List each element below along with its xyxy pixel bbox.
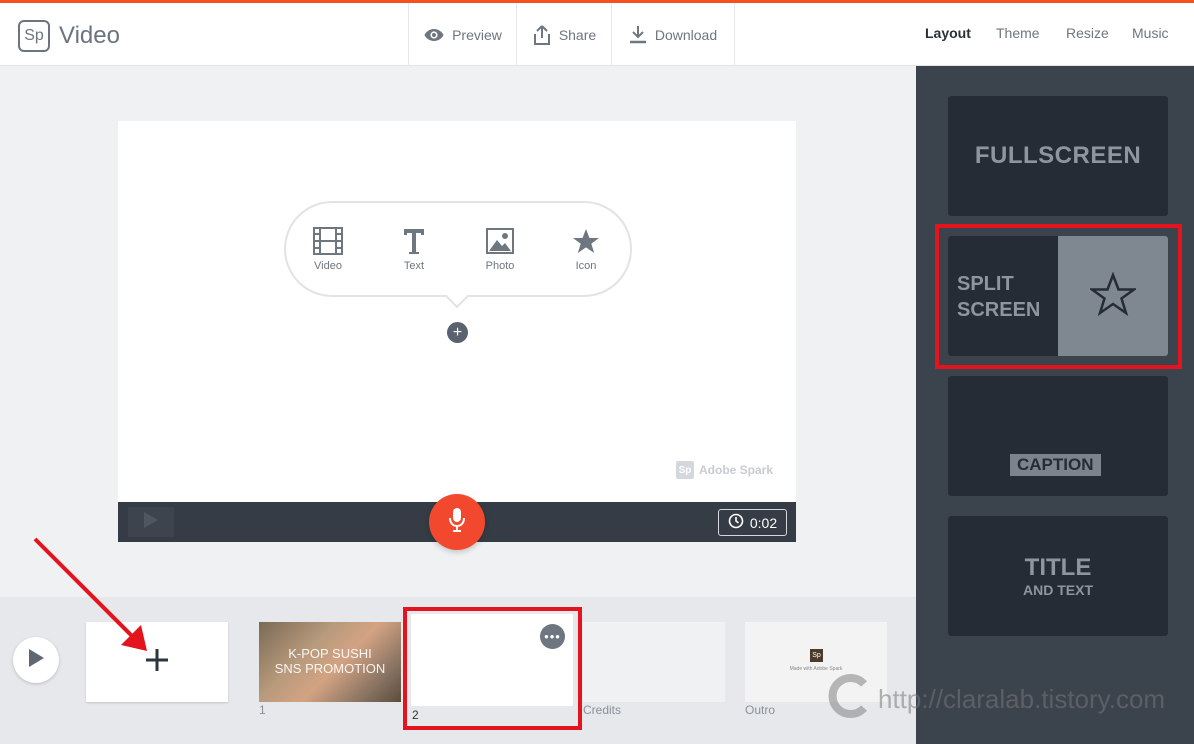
add-text-option[interactable]: Text	[384, 226, 444, 272]
outro-label: Outro	[745, 703, 776, 717]
app-header: Sp Video Preview Share Download Layout T…	[0, 3, 1194, 66]
text-icon	[384, 226, 444, 256]
fullscreen-label: FULLSCREEN	[974, 142, 1142, 169]
video-option-label: Video	[314, 260, 342, 272]
title-label: TITLE	[1024, 554, 1092, 581]
photo-icon	[470, 226, 530, 256]
microphone-icon	[448, 507, 466, 538]
app-title: Video	[59, 22, 120, 49]
layout-fullscreen[interactable]: FULLSCREEN	[948, 96, 1168, 216]
tab-layout[interactable]: Layout	[925, 25, 971, 41]
add-photo-option[interactable]: Photo	[470, 226, 530, 272]
add-content-button[interactable]: +	[447, 322, 468, 343]
plus-icon	[145, 648, 169, 677]
highlight-slide-2	[403, 607, 582, 730]
slide-canvas[interactable]	[118, 121, 796, 502]
star-icon	[556, 226, 616, 256]
copyright-c-icon	[826, 672, 874, 727]
slide-thumbnail-1[interactable]: K-POP SUSHI SNS PROMOTION	[259, 622, 401, 702]
share-label: Share	[558, 26, 597, 43]
blog-watermark: http://claralab.tistory.com	[826, 672, 1165, 727]
preview-button[interactable]: Preview	[408, 3, 517, 66]
and-text-label: AND TEXT	[1023, 582, 1093, 598]
blog-watermark-text: http://claralab.tistory.com	[878, 684, 1166, 714]
tab-theme[interactable]: Theme	[996, 25, 1040, 41]
highlight-split-screen	[935, 224, 1182, 369]
share-icon	[533, 24, 551, 45]
tab-resize[interactable]: Resize	[1066, 25, 1109, 41]
caption-label: CAPTION	[1010, 454, 1101, 476]
spark-watermark-logo: Sp	[676, 461, 694, 479]
download-label: Download	[654, 26, 718, 43]
layout-title-and-text[interactable]: TITLE AND TEXT	[948, 516, 1168, 636]
play-video-button[interactable]	[13, 637, 59, 683]
layout-caption[interactable]: CAPTION	[948, 376, 1168, 496]
adobe-spark-watermark: Sp Adobe Spark	[676, 461, 773, 479]
slide-1-label: 1	[259, 703, 266, 717]
record-voice-button[interactable]	[429, 494, 485, 550]
add-icon-option[interactable]: Icon	[556, 226, 616, 272]
photo-option-label: Photo	[485, 260, 515, 272]
spark-watermark-text: Adobe Spark	[699, 463, 774, 477]
add-slide-button[interactable]	[86, 622, 228, 702]
share-button[interactable]: Share	[516, 3, 612, 66]
play-icon	[143, 511, 159, 534]
slide-play-button[interactable]	[128, 507, 174, 537]
download-button[interactable]: Download	[611, 3, 735, 66]
add-video-option[interactable]: Video	[298, 226, 358, 272]
slide-duration[interactable]: 0:02	[718, 509, 787, 536]
slide-thumbnail-credits[interactable]	[583, 622, 725, 702]
duration-value: 0:02	[749, 514, 778, 531]
icon-option-label: Icon	[575, 260, 597, 272]
download-icon	[629, 25, 647, 45]
film-icon	[298, 226, 358, 256]
slide-1-title: K-POP SUSHI SNS PROMOTION	[274, 646, 386, 676]
play-icon	[27, 648, 45, 673]
text-option-label: Text	[403, 260, 425, 272]
eye-icon	[424, 28, 444, 42]
credits-label: Credits	[583, 703, 622, 717]
preview-label: Preview	[452, 26, 502, 43]
spark-logo[interactable]: Sp	[18, 20, 50, 52]
tab-music[interactable]: Music	[1132, 25, 1169, 41]
clock-icon	[728, 513, 744, 532]
outro-spark-logo: Sp	[810, 649, 823, 662]
